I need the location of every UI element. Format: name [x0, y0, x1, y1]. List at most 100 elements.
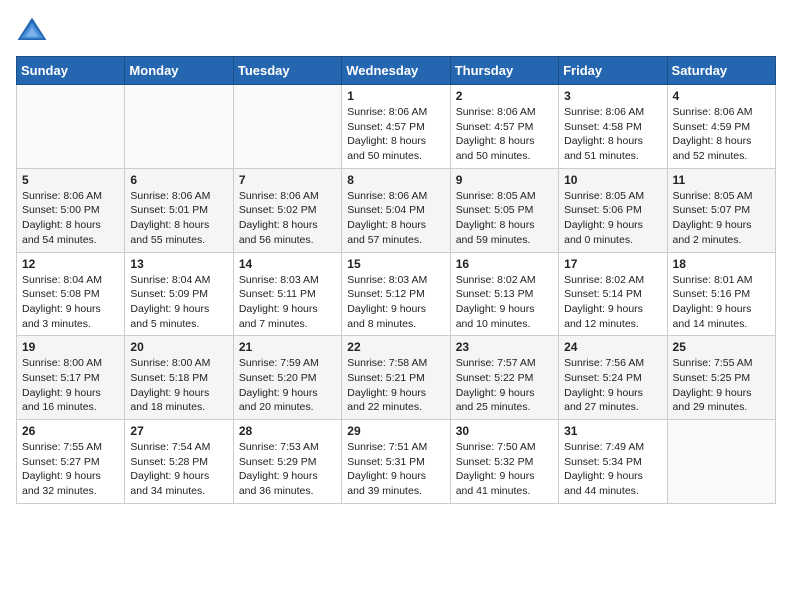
day-cell: 16 Sunrise: 8:02 AM Sunset: 5:13 PM Dayl…	[450, 252, 558, 336]
day-number: 7	[239, 173, 336, 187]
day-info: Sunrise: 8:03 AM Sunset: 5:11 PM Dayligh…	[239, 273, 336, 332]
sunset-text: Sunset: 5:12 PM	[347, 288, 425, 300]
sunset-text: Sunset: 5:01 PM	[130, 204, 208, 216]
header-cell-sunday: Sunday	[17, 57, 125, 85]
day-info: Sunrise: 8:05 AM Sunset: 5:05 PM Dayligh…	[456, 189, 553, 248]
day-cell: 13 Sunrise: 8:04 AM Sunset: 5:09 PM Dayl…	[125, 252, 233, 336]
sunset-text: Sunset: 5:05 PM	[456, 204, 534, 216]
sunset-text: Sunset: 5:04 PM	[347, 204, 425, 216]
sunrise-text: Sunrise: 8:05 AM	[673, 190, 753, 202]
day-info: Sunrise: 7:49 AM Sunset: 5:34 PM Dayligh…	[564, 440, 661, 499]
daylight-text: Daylight: 8 hours and 59 minutes.	[456, 219, 535, 246]
header-cell-tuesday: Tuesday	[233, 57, 341, 85]
day-cell: 23 Sunrise: 7:57 AM Sunset: 5:22 PM Dayl…	[450, 336, 558, 420]
daylight-text: Daylight: 9 hours and 5 minutes.	[130, 303, 209, 330]
daylight-text: Daylight: 8 hours and 54 minutes.	[22, 219, 101, 246]
day-number: 2	[456, 89, 553, 103]
sunrise-text: Sunrise: 8:05 AM	[456, 190, 536, 202]
day-info: Sunrise: 8:03 AM Sunset: 5:12 PM Dayligh…	[347, 273, 444, 332]
page-header	[16, 16, 776, 44]
daylight-text: Daylight: 8 hours and 50 minutes.	[347, 135, 426, 162]
sunset-text: Sunset: 5:22 PM	[456, 372, 534, 384]
sunset-text: Sunset: 5:29 PM	[239, 456, 317, 468]
day-cell: 14 Sunrise: 8:03 AM Sunset: 5:11 PM Dayl…	[233, 252, 341, 336]
day-number: 27	[130, 424, 227, 438]
day-number: 6	[130, 173, 227, 187]
daylight-text: Daylight: 9 hours and 12 minutes.	[564, 303, 643, 330]
day-cell: 30 Sunrise: 7:50 AM Sunset: 5:32 PM Dayl…	[450, 420, 558, 504]
day-info: Sunrise: 7:55 AM Sunset: 5:27 PM Dayligh…	[22, 440, 119, 499]
day-cell: 8 Sunrise: 8:06 AM Sunset: 5:04 PM Dayli…	[342, 168, 450, 252]
daylight-text: Daylight: 9 hours and 44 minutes.	[564, 470, 643, 497]
sunset-text: Sunset: 5:13 PM	[456, 288, 534, 300]
sunrise-text: Sunrise: 8:03 AM	[239, 274, 319, 286]
day-cell: 12 Sunrise: 8:04 AM Sunset: 5:08 PM Dayl…	[17, 252, 125, 336]
sunset-text: Sunset: 5:24 PM	[564, 372, 642, 384]
day-number: 29	[347, 424, 444, 438]
sunset-text: Sunset: 5:28 PM	[130, 456, 208, 468]
day-number: 30	[456, 424, 553, 438]
day-info: Sunrise: 7:55 AM Sunset: 5:25 PM Dayligh…	[673, 356, 770, 415]
day-cell: 1 Sunrise: 8:06 AM Sunset: 4:57 PM Dayli…	[342, 85, 450, 169]
daylight-text: Daylight: 9 hours and 20 minutes.	[239, 387, 318, 414]
sunrise-text: Sunrise: 7:55 AM	[673, 357, 753, 369]
week-row-0: 1 Sunrise: 8:06 AM Sunset: 4:57 PM Dayli…	[17, 85, 776, 169]
sunset-text: Sunset: 5:17 PM	[22, 372, 100, 384]
daylight-text: Daylight: 8 hours and 55 minutes.	[130, 219, 209, 246]
daylight-text: Daylight: 9 hours and 34 minutes.	[130, 470, 209, 497]
day-info: Sunrise: 8:04 AM Sunset: 5:08 PM Dayligh…	[22, 273, 119, 332]
day-info: Sunrise: 7:56 AM Sunset: 5:24 PM Dayligh…	[564, 356, 661, 415]
day-number: 24	[564, 340, 661, 354]
calendar-table: SundayMondayTuesdayWednesdayThursdayFrid…	[16, 56, 776, 504]
header-row: SundayMondayTuesdayWednesdayThursdayFrid…	[17, 57, 776, 85]
daylight-text: Daylight: 8 hours and 51 minutes.	[564, 135, 643, 162]
day-info: Sunrise: 7:57 AM Sunset: 5:22 PM Dayligh…	[456, 356, 553, 415]
day-number: 5	[22, 173, 119, 187]
day-info: Sunrise: 8:01 AM Sunset: 5:16 PM Dayligh…	[673, 273, 770, 332]
sunrise-text: Sunrise: 7:56 AM	[564, 357, 644, 369]
sunrise-text: Sunrise: 8:00 AM	[130, 357, 210, 369]
sunset-text: Sunset: 5:14 PM	[564, 288, 642, 300]
day-cell: 20 Sunrise: 8:00 AM Sunset: 5:18 PM Dayl…	[125, 336, 233, 420]
daylight-text: Daylight: 8 hours and 50 minutes.	[456, 135, 535, 162]
day-cell: 19 Sunrise: 8:00 AM Sunset: 5:17 PM Dayl…	[17, 336, 125, 420]
header-cell-monday: Monday	[125, 57, 233, 85]
day-number: 19	[22, 340, 119, 354]
logo-icon	[16, 16, 48, 44]
day-info: Sunrise: 8:06 AM Sunset: 4:58 PM Dayligh…	[564, 105, 661, 164]
sunset-text: Sunset: 5:20 PM	[239, 372, 317, 384]
day-number: 11	[673, 173, 770, 187]
day-cell: 25 Sunrise: 7:55 AM Sunset: 5:25 PM Dayl…	[667, 336, 775, 420]
daylight-text: Daylight: 8 hours and 57 minutes.	[347, 219, 426, 246]
day-info: Sunrise: 8:06 AM Sunset: 5:00 PM Dayligh…	[22, 189, 119, 248]
day-info: Sunrise: 8:04 AM Sunset: 5:09 PM Dayligh…	[130, 273, 227, 332]
sunrise-text: Sunrise: 8:04 AM	[22, 274, 102, 286]
sunset-text: Sunset: 5:06 PM	[564, 204, 642, 216]
day-info: Sunrise: 8:05 AM Sunset: 5:06 PM Dayligh…	[564, 189, 661, 248]
day-cell: 29 Sunrise: 7:51 AM Sunset: 5:31 PM Dayl…	[342, 420, 450, 504]
day-number: 1	[347, 89, 444, 103]
sunrise-text: Sunrise: 8:02 AM	[564, 274, 644, 286]
day-number: 31	[564, 424, 661, 438]
day-number: 8	[347, 173, 444, 187]
sunset-text: Sunset: 5:25 PM	[673, 372, 751, 384]
sunset-text: Sunset: 5:08 PM	[22, 288, 100, 300]
day-cell: 5 Sunrise: 8:06 AM Sunset: 5:00 PM Dayli…	[17, 168, 125, 252]
sunrise-text: Sunrise: 7:55 AM	[22, 441, 102, 453]
day-info: Sunrise: 8:06 AM Sunset: 4:57 PM Dayligh…	[456, 105, 553, 164]
day-info: Sunrise: 7:51 AM Sunset: 5:31 PM Dayligh…	[347, 440, 444, 499]
sunset-text: Sunset: 5:16 PM	[673, 288, 751, 300]
day-number: 18	[673, 257, 770, 271]
sunrise-text: Sunrise: 7:49 AM	[564, 441, 644, 453]
daylight-text: Daylight: 9 hours and 41 minutes.	[456, 470, 535, 497]
day-info: Sunrise: 8:00 AM Sunset: 5:17 PM Dayligh…	[22, 356, 119, 415]
day-cell	[125, 85, 233, 169]
daylight-text: Daylight: 9 hours and 3 minutes.	[22, 303, 101, 330]
day-number: 3	[564, 89, 661, 103]
day-number: 4	[673, 89, 770, 103]
day-cell: 26 Sunrise: 7:55 AM Sunset: 5:27 PM Dayl…	[17, 420, 125, 504]
daylight-text: Daylight: 9 hours and 7 minutes.	[239, 303, 318, 330]
day-cell	[233, 85, 341, 169]
sunrise-text: Sunrise: 7:50 AM	[456, 441, 536, 453]
day-info: Sunrise: 8:06 AM Sunset: 5:02 PM Dayligh…	[239, 189, 336, 248]
